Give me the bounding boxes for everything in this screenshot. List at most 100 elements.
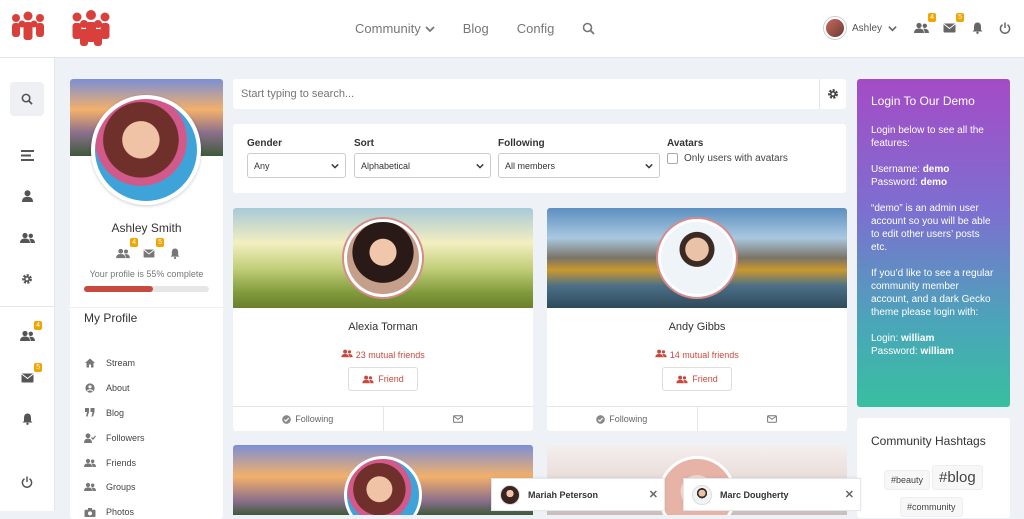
power-icon — [21, 476, 33, 488]
login-value: william — [901, 333, 935, 344]
gender-select[interactable]: Any — [247, 153, 346, 178]
following-select[interactable]: All members — [498, 153, 660, 178]
checkbox[interactable] — [667, 153, 678, 164]
member-name[interactable]: Andy Gibbs — [547, 321, 847, 333]
profile-menu-friends[interactable]: Friends — [84, 450, 145, 475]
sort-label: Sort — [354, 138, 374, 149]
sidebar-logout-button[interactable] — [10, 465, 44, 499]
profile-completion-bar — [84, 286, 209, 292]
following-button[interactable]: Following — [233, 407, 383, 431]
power-icon — [999, 22, 1011, 34]
message-button[interactable] — [696, 407, 848, 431]
friend-requests-button[interactable]: 4 — [913, 13, 936, 36]
profile-menu-stream[interactable]: Stream — [84, 351, 145, 376]
sidebar-messages-button[interactable]: 5 — [10, 361, 44, 395]
member-card-footer: Following — [547, 406, 847, 431]
user-icon — [21, 190, 33, 202]
sidebar-friends-button[interactable]: 4 — [10, 319, 44, 353]
nav-community[interactable]: Community — [355, 21, 435, 36]
sort-filter: Sort Alphabetical — [354, 138, 491, 178]
profile-messages-button[interactable]: 5 — [141, 238, 164, 261]
profile-completion-fill — [84, 286, 153, 292]
mutual-friends-link[interactable]: 14 mutual friends — [547, 349, 847, 360]
sidebar-profile-button[interactable] — [10, 179, 44, 213]
sidebar-stream-button[interactable] — [10, 138, 44, 172]
member-avatar[interactable] — [658, 219, 736, 297]
hashtag-link[interactable]: #blog — [932, 465, 983, 490]
chat-tab[interactable]: Marc Dougherty ✕ — [683, 478, 861, 511]
avatars-checkbox[interactable]: Only users with avatars — [667, 153, 837, 164]
home-icon — [85, 358, 95, 368]
users-icon — [116, 248, 130, 258]
mutual-friends-link[interactable]: 23 mutual friends — [233, 349, 533, 360]
chevron-down-icon — [476, 163, 484, 169]
nav-search-button[interactable] — [582, 21, 595, 36]
profile-menu: Stream About Blog Followers Friends Grou… — [84, 351, 145, 519]
profile-friends-button[interactable]: 4 — [115, 238, 138, 261]
community-logo-icon[interactable] — [8, 10, 48, 46]
sidebar-search-button[interactable] — [10, 82, 44, 116]
avatar — [692, 484, 712, 505]
sidebar-notifications-button[interactable] — [10, 402, 44, 436]
divider — [70, 307, 223, 308]
profile-menu-followers[interactable]: Followers — [84, 425, 145, 450]
envelope-icon — [453, 415, 464, 423]
chat-tab[interactable]: Mariah Peterson ✕ — [491, 478, 665, 511]
following-button[interactable]: Following — [547, 407, 697, 431]
users-icon — [84, 458, 96, 467]
logout-button[interactable] — [997, 20, 1013, 36]
nav-community-label: Community — [355, 21, 421, 36]
profile-menu-about[interactable]: About — [84, 376, 145, 401]
hashtag-link[interactable]: #beauty — [884, 470, 931, 490]
close-icon[interactable]: ✕ — [649, 488, 658, 501]
messages-button[interactable]: 5 — [941, 13, 964, 36]
search-icon — [583, 22, 595, 35]
friend-button[interactable]: Friend — [348, 367, 418, 391]
sidebar-members-button[interactable] — [10, 221, 44, 255]
nav-blog[interactable]: Blog — [463, 21, 489, 36]
gender-value: Any — [254, 160, 270, 171]
mutual-friends-text: 23 mutual friends — [355, 350, 425, 360]
friend-button-label: Friend — [692, 374, 718, 384]
avatar — [824, 17, 846, 39]
message-button[interactable] — [382, 407, 534, 431]
member-filters: Gender Any Sort Alphabetical Following A… — [233, 124, 846, 193]
member-avatar[interactable] — [344, 219, 422, 297]
search-settings-button[interactable] — [819, 79, 846, 109]
profile-messages-badge: 5 — [156, 238, 164, 247]
profile-avatar[interactable] — [91, 95, 201, 205]
profile-menu-blog[interactable]: Blog — [84, 401, 145, 426]
users-icon — [341, 349, 353, 358]
username-value: demo — [922, 164, 950, 175]
demo-title: Login To Our Demo — [871, 94, 975, 108]
chevron-down-icon — [645, 163, 653, 169]
notifications-button[interactable] — [969, 20, 985, 36]
hashtag-link[interactable]: #community — [900, 497, 963, 517]
member-name[interactable]: Alexia Torman — [233, 321, 533, 333]
sidebar-settings-button[interactable] — [10, 262, 44, 296]
bell-icon — [22, 413, 32, 425]
demo-credentials: Username: demo Password: demo — [871, 163, 996, 189]
search-input[interactable] — [233, 79, 819, 109]
close-icon[interactable]: ✕ — [845, 488, 854, 501]
friend-button[interactable]: Friend — [662, 367, 732, 391]
demo-regular-credentials: Login: william Password: william — [871, 332, 996, 358]
profile-notifications-button[interactable] — [167, 245, 183, 261]
member-card — [233, 445, 533, 515]
profile-menu-photos[interactable]: Photos — [84, 500, 145, 519]
mutual-friends-text: 14 mutual friends — [669, 350, 739, 360]
profile-menu-label: Blog — [106, 407, 125, 418]
profile-menu-groups[interactable]: Groups — [84, 475, 145, 500]
users-icon — [676, 375, 688, 383]
member-search-bar — [233, 79, 846, 109]
login-label: Login: — [871, 333, 899, 344]
profile-menu-label: About — [106, 383, 130, 394]
nav-config[interactable]: Config — [517, 21, 555, 36]
member-card: Andy Gibbs 14 mutual friends Friend Foll… — [547, 208, 847, 431]
user-menu[interactable]: Ashley — [824, 17, 897, 39]
sort-select[interactable]: Alphabetical — [354, 153, 491, 178]
brand-logo-icon[interactable] — [68, 8, 114, 48]
following-filter: Following All members — [498, 138, 660, 178]
user-name: Ashley — [852, 22, 883, 34]
bell-icon — [972, 22, 982, 34]
